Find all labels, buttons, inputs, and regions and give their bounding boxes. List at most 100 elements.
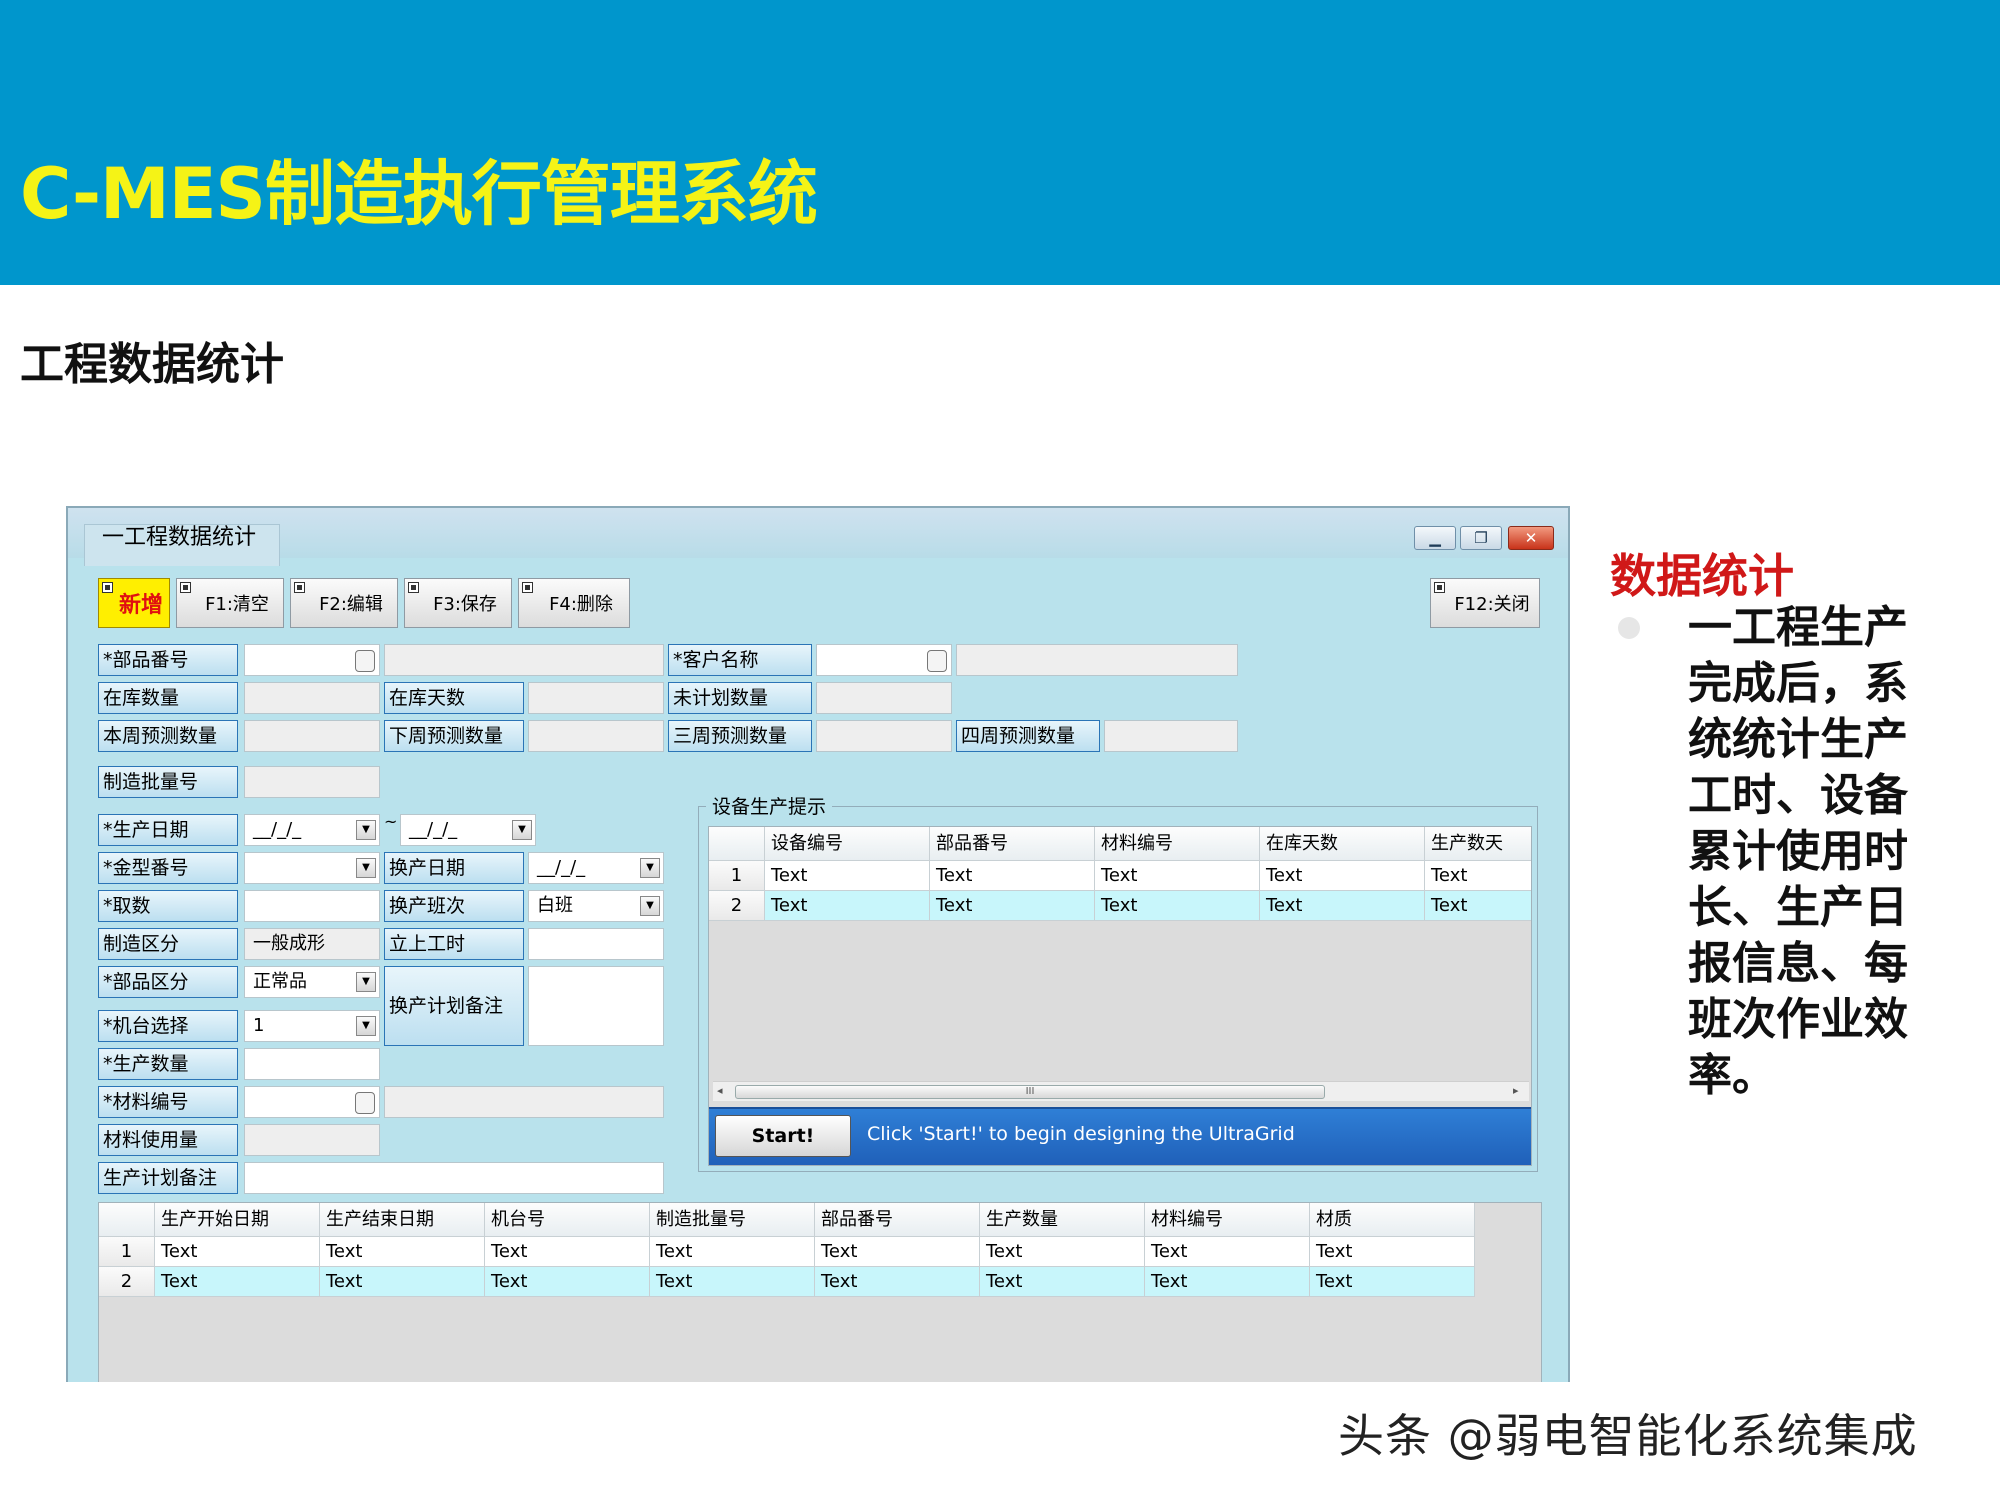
material-desc-field <box>384 1086 664 1118</box>
save-button[interactable]: F3:保存 <box>404 578 512 628</box>
lookup-checkbox[interactable] <box>355 650 375 672</box>
table-cell[interactable]: Text <box>1425 861 1531 891</box>
table-cell[interactable]: Text <box>650 1267 815 1297</box>
table-cell[interactable]: Text <box>765 861 930 891</box>
dropdown-icon[interactable]: ▼ <box>356 972 376 992</box>
part-no-label: *部品番号 <box>98 644 238 676</box>
part-class-label: *部品区分 <box>98 966 238 998</box>
app-window: 一工程数据统计 ▁ ❐ ✕ 新增 F1:清空 F2:编辑 F3:保存 F4:删除… <box>66 506 1570 1382</box>
change-shift-select[interactable]: 白班 ▼ <box>528 890 664 922</box>
table-cell[interactable]: Text <box>930 861 1095 891</box>
machine-select[interactable]: 1 ▼ <box>244 1010 380 1042</box>
table-cell[interactable]: Text <box>155 1237 320 1267</box>
window-title: 一工程数据统计 <box>102 525 257 550</box>
table-cell[interactable]: Text <box>1145 1267 1310 1297</box>
exit-button[interactable]: F12:关闭 <box>1430 578 1540 628</box>
change-date-picker[interactable]: __/_/_ ▼ <box>528 852 664 884</box>
date-placeholder: __/_/_ <box>537 857 586 878</box>
column-header[interactable]: 机台号 <box>485 1203 650 1237</box>
table-cell[interactable]: Text <box>485 1237 650 1267</box>
dropdown-icon[interactable]: ▼ <box>356 858 376 878</box>
cavity-input[interactable] <box>244 890 380 922</box>
prod-date-start-picker[interactable]: __/_/_ ▼ <box>244 814 380 846</box>
table-cell[interactable]: Text <box>765 891 930 921</box>
column-header[interactable]: 在库天数 <box>1260 827 1425 861</box>
dropdown-icon[interactable]: ▼ <box>512 820 532 840</box>
table-cell[interactable]: Text <box>155 1267 320 1297</box>
part-no-input[interactable] <box>244 644 380 676</box>
start-button[interactable]: Start! <box>715 1115 851 1157</box>
table-cell[interactable]: Text <box>320 1267 485 1297</box>
column-header[interactable]: 生产数天 <box>1425 827 1531 861</box>
table-cell[interactable]: Text <box>1260 861 1425 891</box>
table-cell[interactable]: Text <box>320 1237 485 1267</box>
table-cell[interactable]: Text <box>1095 891 1260 921</box>
setup-time-input[interactable] <box>528 928 664 960</box>
dropdown-icon[interactable]: ▼ <box>356 1016 376 1036</box>
minimize-icon: ▁ <box>1429 529 1441 547</box>
table-cell[interactable]: Text <box>980 1267 1145 1297</box>
table-cell[interactable]: Text <box>815 1237 980 1267</box>
clear-button[interactable]: F1:清空 <box>176 578 284 628</box>
stock-qty-field <box>244 682 380 714</box>
table-cell[interactable]: Text <box>1095 861 1260 891</box>
column-header[interactable]: 材料编号 <box>1145 1203 1310 1237</box>
column-header[interactable]: 部品番号 <box>930 827 1095 861</box>
row-number[interactable]: 2 <box>709 891 765 921</box>
minimize-button[interactable]: ▁ <box>1414 526 1456 550</box>
customer-name-label: *客户名称 <box>668 644 812 676</box>
mold-no-select[interactable]: ▼ <box>244 852 380 884</box>
material-used-label: 材料使用量 <box>98 1124 238 1156</box>
scroll-right-icon[interactable]: ▸ <box>1513 1084 1519 1097</box>
scroll-left-icon[interactable]: ◂ <box>717 1084 723 1097</box>
dropdown-icon[interactable]: ▼ <box>356 820 376 840</box>
scroll-thumb[interactable]: III <box>735 1085 1325 1099</box>
column-header[interactable]: 部品番号 <box>815 1203 980 1237</box>
horizontal-scrollbar[interactable]: ◂ III ▸ <box>713 1081 1529 1101</box>
customer-name-input[interactable] <box>816 644 952 676</box>
maximize-button[interactable]: ❐ <box>1460 526 1502 550</box>
material-no-input[interactable] <box>244 1086 380 1118</box>
prod-plan-note-input[interactable] <box>244 1162 664 1194</box>
lookup-checkbox[interactable] <box>355 1092 375 1114</box>
table-cell[interactable]: Text <box>1310 1267 1475 1297</box>
column-header[interactable]: 制造批量号 <box>650 1203 815 1237</box>
dropdown-icon[interactable]: ▼ <box>640 858 660 878</box>
change-plan-note-input[interactable] <box>528 966 664 1046</box>
side-heading: 数据统计 <box>1610 549 1794 603</box>
machine-value: 1 <box>253 1015 265 1036</box>
lookup-checkbox[interactable] <box>927 650 947 672</box>
close-button[interactable]: ✕ <box>1508 526 1554 550</box>
row-number[interactable]: 1 <box>709 861 765 891</box>
column-header[interactable]: 材料编号 <box>1095 827 1260 861</box>
column-header[interactable]: 设备编号 <box>765 827 930 861</box>
new-button[interactable]: 新增 <box>98 578 170 628</box>
table-cell[interactable]: Text <box>1310 1237 1475 1267</box>
device-grid[interactable]: 设备编号 部品番号 材料编号 在库天数 生产数天 1 Text Text Text Text Tex… <box>708 826 1532 1166</box>
column-header[interactable]: 生产结束日期 <box>320 1203 485 1237</box>
edit-button[interactable]: F2:编辑 <box>290 578 398 628</box>
row-number[interactable]: 1 <box>99 1237 155 1267</box>
lot-no-field <box>244 766 380 798</box>
part-class-select[interactable]: 正常品 ▼ <box>244 966 380 998</box>
button-icon <box>180 582 191 593</box>
production-plan-grid[interactable]: 生产开始日期 生产结束日期 机台号 制造批量号 部品番号 生产数量 材料编号 材质 1 Text T… <box>98 1202 1542 1382</box>
table-cell[interactable]: Text <box>650 1237 815 1267</box>
table-cell[interactable]: Text <box>930 891 1095 921</box>
table-cell[interactable]: Text <box>980 1237 1145 1267</box>
edit-button-label: F2:编辑 <box>319 594 383 615</box>
column-header[interactable]: 生产开始日期 <box>155 1203 320 1237</box>
table-cell[interactable]: Text <box>1145 1237 1310 1267</box>
prod-date-end-picker[interactable]: __/_/_ ▼ <box>400 814 536 846</box>
table-cell[interactable]: Text <box>1425 891 1531 921</box>
column-header[interactable]: 材质 <box>1310 1203 1475 1237</box>
prod-qty-input[interactable] <box>244 1048 380 1080</box>
table-cell[interactable]: Text <box>485 1267 650 1297</box>
row-number[interactable]: 2 <box>99 1267 155 1297</box>
material-no-label: *材料编号 <box>98 1086 238 1118</box>
delete-button[interactable]: F4:删除 <box>518 578 630 628</box>
column-header[interactable]: 生产数量 <box>980 1203 1145 1237</box>
dropdown-icon[interactable]: ▼ <box>640 896 660 916</box>
table-cell[interactable]: Text <box>815 1267 980 1297</box>
table-cell[interactable]: Text <box>1260 891 1425 921</box>
